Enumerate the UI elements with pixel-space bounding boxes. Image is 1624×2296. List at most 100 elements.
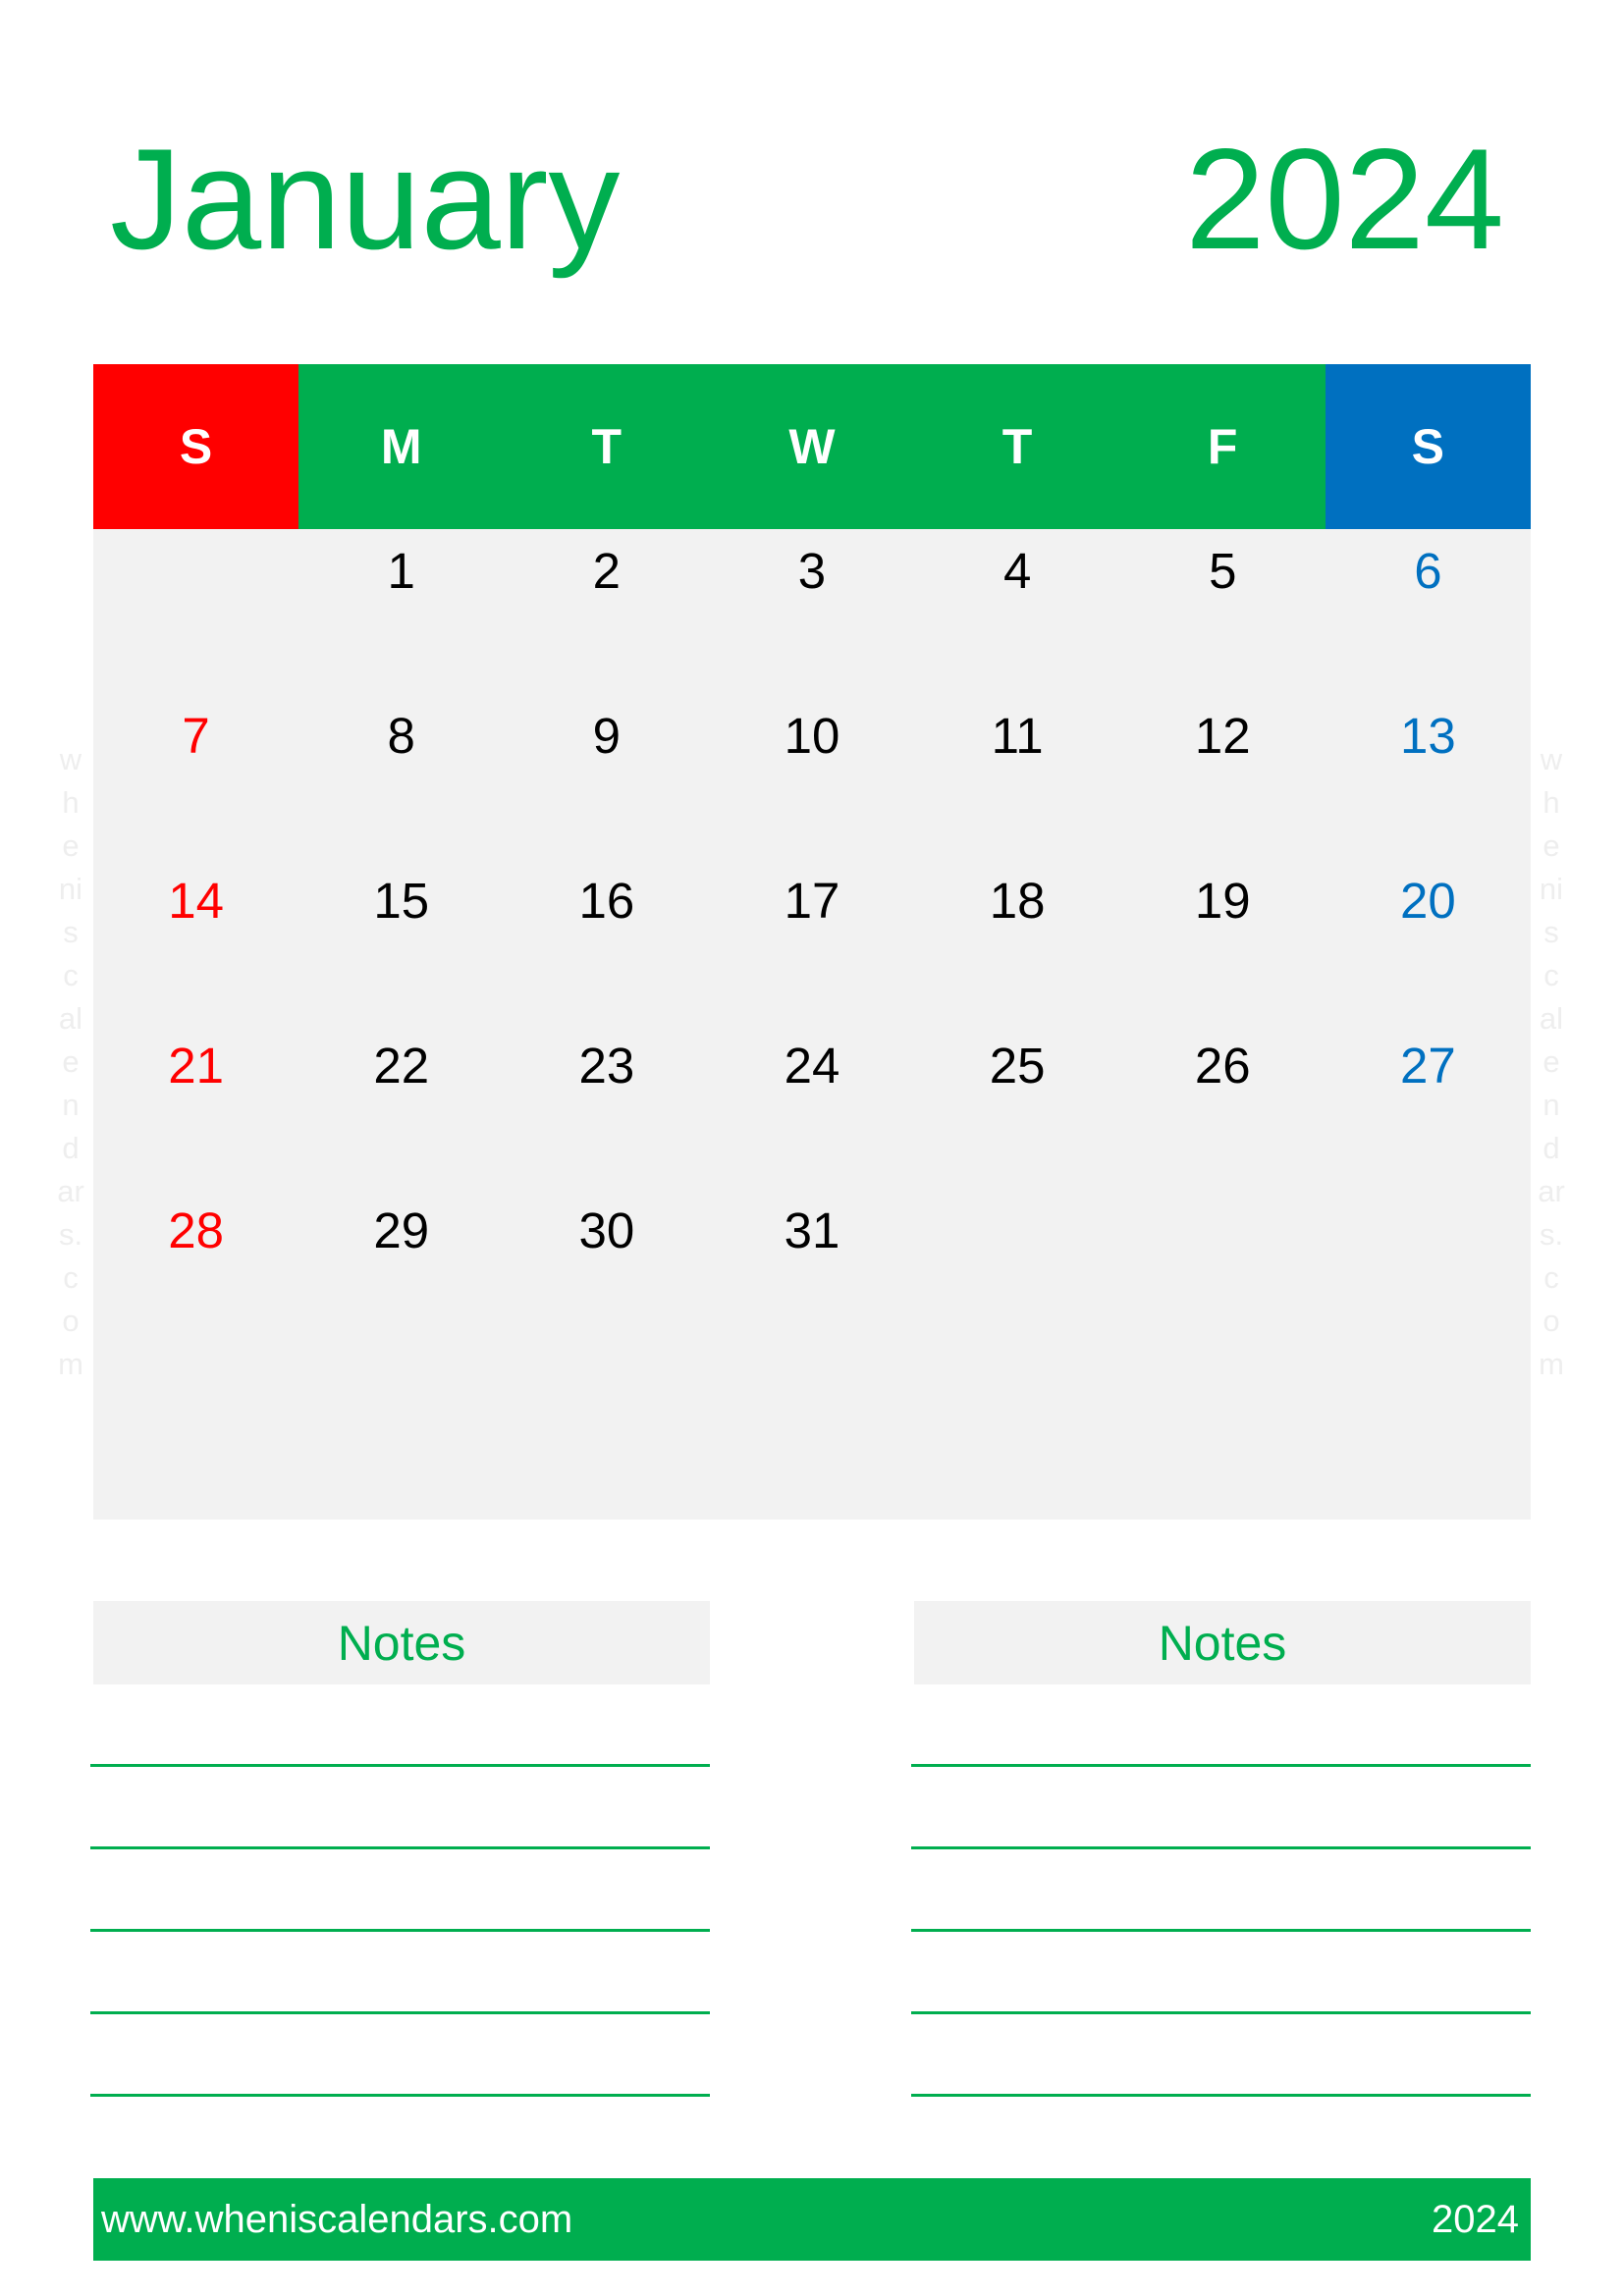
watermark-letter: m	[58, 1347, 83, 1381]
note-line[interactable]	[911, 2094, 1531, 2097]
day-cell: 16	[578, 872, 635, 929]
day-cell: 25	[989, 1037, 1046, 1094]
day-cell: 26	[1194, 1037, 1251, 1094]
empty-day-cell	[1120, 1189, 1326, 1354]
note-line[interactable]	[911, 2011, 1531, 2014]
empty-day-cell	[93, 1354, 298, 1519]
weekday-5: F	[1119, 364, 1326, 529]
watermark-letter: o	[1543, 1304, 1560, 1338]
note-line[interactable]	[911, 1846, 1531, 1849]
day-cell: 3	[797, 542, 827, 599]
watermark-letter: ni	[1539, 872, 1564, 906]
weekday-0: S	[93, 364, 299, 529]
notes-header: Notes	[93, 1601, 710, 1684]
day-cell: 9	[592, 707, 622, 764]
watermark-letter: d	[62, 1131, 80, 1165]
watermark-letter: ni	[58, 872, 83, 906]
watermark-letter: e	[1543, 828, 1560, 863]
note-line[interactable]	[90, 2011, 710, 2014]
footer-year: 2024	[1432, 2198, 1519, 2241]
day-cell: 2	[592, 542, 622, 599]
day-cell: 27	[1400, 1037, 1456, 1094]
watermark-letter: e	[62, 1044, 80, 1079]
day-cell: 13	[1400, 707, 1456, 764]
watermark-letter: m	[1539, 1347, 1564, 1381]
watermark-letter: w	[59, 742, 82, 776]
empty-day-cell	[709, 1354, 914, 1519]
empty-day-cell	[1326, 1189, 1531, 1354]
day-cell: 28	[168, 1201, 224, 1258]
watermark-letter: n	[1543, 1088, 1560, 1122]
day-cell: 20	[1400, 872, 1456, 929]
watermark-letter: s	[1543, 915, 1559, 949]
day-cell: 24	[784, 1037, 840, 1094]
day-cell: 23	[578, 1037, 635, 1094]
watermark-letter: c	[63, 1260, 79, 1295]
watermark-letter: d	[1543, 1131, 1560, 1165]
watermark-left: w h e ni s c al e n d ar s. c o m	[41, 738, 100, 1386]
day-cell: 1	[387, 542, 415, 599]
watermark-letter: n	[62, 1088, 80, 1122]
calendar-grid: SMTWTFS 1 2 3 4 5 6 7 8 9 10 11 12 13 14 15 16 17 18 19 20 2…	[93, 364, 1531, 1520]
watermark-letter: h	[62, 785, 80, 820]
note-line[interactable]	[911, 1764, 1531, 1767]
watermark-letter: al	[58, 1001, 83, 1036]
year-title: 2024	[1185, 119, 1504, 279]
day-cell: 5	[1209, 542, 1237, 599]
watermark-letter: s.	[1539, 1217, 1564, 1252]
watermark-letter: ar	[57, 1174, 84, 1208]
footer-bar: www.wheniscalendars.com 2024	[93, 2178, 1531, 2261]
weekday-4: T	[914, 364, 1120, 529]
weekday-2: T	[504, 364, 710, 529]
note-line[interactable]	[90, 2094, 710, 2097]
empty-day-cell	[298, 1354, 504, 1519]
day-cell: 6	[1414, 542, 1442, 599]
day-cell: 11	[991, 707, 1044, 764]
empty-day-cell	[915, 1354, 1120, 1519]
day-cell: 31	[784, 1201, 840, 1258]
weekday-header: SMTWTFS	[93, 364, 1531, 529]
watermark-letter: c	[1543, 958, 1559, 992]
day-cell: 7	[182, 707, 210, 764]
month-title: January	[110, 119, 621, 279]
empty-day-cell	[504, 1354, 709, 1519]
day-cell: 21	[168, 1037, 224, 1094]
note-line[interactable]	[90, 1764, 710, 1767]
note-line[interactable]	[90, 1846, 710, 1849]
empty-day-cell	[1120, 1354, 1326, 1519]
watermark-letter: ar	[1538, 1174, 1565, 1208]
watermark-right: w h e ni s c al e n d ar s. c o m	[1522, 738, 1581, 1386]
day-cell: 30	[578, 1201, 635, 1258]
watermark-letter: al	[1539, 1001, 1564, 1036]
notes-section-left: Notes	[93, 1601, 710, 1684]
watermark-letter: e	[1543, 1044, 1560, 1079]
note-line[interactable]	[90, 1929, 710, 1932]
day-cell: 8	[387, 707, 415, 764]
empty-day-cell	[93, 529, 298, 694]
notes-section-right: Notes	[914, 1601, 1531, 1684]
day-cell: 14	[168, 872, 224, 929]
day-cell: 17	[784, 872, 840, 929]
watermark-letter: e	[62, 828, 80, 863]
weekday-1: M	[298, 364, 505, 529]
day-cell: 22	[373, 1037, 430, 1094]
day-cell: 19	[1194, 872, 1251, 929]
notes-header: Notes	[914, 1601, 1531, 1684]
day-cell: 4	[1002, 542, 1032, 599]
day-cell: 15	[373, 872, 430, 929]
footer-url[interactable]: www.wheniscalendars.com	[101, 2198, 572, 2241]
weekday-6: S	[1325, 364, 1531, 529]
weekday-3: W	[709, 364, 915, 529]
watermark-letter: w	[1540, 742, 1563, 776]
day-cell: 18	[989, 872, 1046, 929]
empty-day-cell	[1326, 1354, 1531, 1519]
watermark-letter: h	[1543, 785, 1560, 820]
empty-day-cell	[915, 1189, 1120, 1354]
watermark-letter: s.	[58, 1217, 83, 1252]
watermark-letter: c	[63, 958, 79, 992]
day-cell: 10	[784, 707, 840, 764]
day-cell: 29	[373, 1201, 430, 1258]
watermark-letter: o	[62, 1304, 80, 1338]
watermark-letter: c	[1543, 1260, 1559, 1295]
note-line[interactable]	[911, 1929, 1531, 1932]
